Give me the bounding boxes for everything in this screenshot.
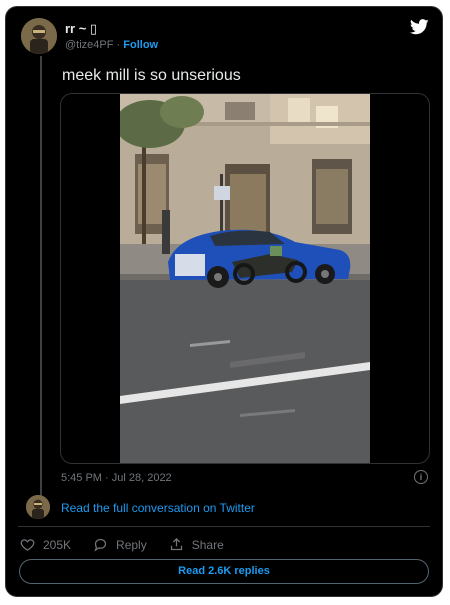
like-count: 205K — [43, 537, 72, 552]
divider — [18, 526, 430, 527]
avatar-image-small — [26, 495, 50, 519]
tweet-card: rr ~ ▯ @tize4PF · Follow meek mill is so… — [5, 6, 443, 597]
heart-icon — [20, 539, 35, 551]
info-icon[interactable]: i — [414, 470, 428, 484]
share-icon — [170, 537, 182, 551]
action-bar: 205K Reply Share — [20, 537, 246, 552]
tweet-timestamp[interactable]: 5:45 PM · Jul 28, 2022 — [61, 472, 172, 484]
twitter-bird-icon[interactable] — [409, 19, 429, 35]
tweet-text: meek mill is so unserious — [62, 67, 241, 84]
share-label: Share — [191, 537, 224, 552]
follow-button[interactable]: Follow — [123, 39, 158, 51]
share-button[interactable]: Share — [169, 537, 224, 552]
like-button[interactable]: 205K — [20, 537, 71, 552]
video-still — [120, 94, 370, 463]
avatar-image — [21, 18, 57, 54]
reply-button[interactable]: Reply — [93, 537, 147, 552]
author-name[interactable]: rr ~ ▯ — [65, 21, 97, 37]
read-replies-button[interactable]: Read 2.6K replies — [19, 559, 429, 584]
video-frame[interactable] — [120, 94, 370, 463]
author-avatar[interactable] — [21, 18, 57, 54]
conversation-avatar — [26, 495, 50, 519]
author-handle[interactable]: @tize4PF — [65, 39, 113, 51]
thread-line — [40, 56, 42, 496]
handle-separator: · — [116, 39, 121, 51]
read-conversation-link[interactable]: Read the full conversation on Twitter — [61, 501, 255, 515]
reply-label: Reply — [116, 537, 147, 552]
reply-bubble-icon — [94, 538, 107, 552]
tweet-video[interactable] — [60, 93, 430, 464]
author-handle-row: @tize4PF · Follow — [65, 39, 158, 51]
